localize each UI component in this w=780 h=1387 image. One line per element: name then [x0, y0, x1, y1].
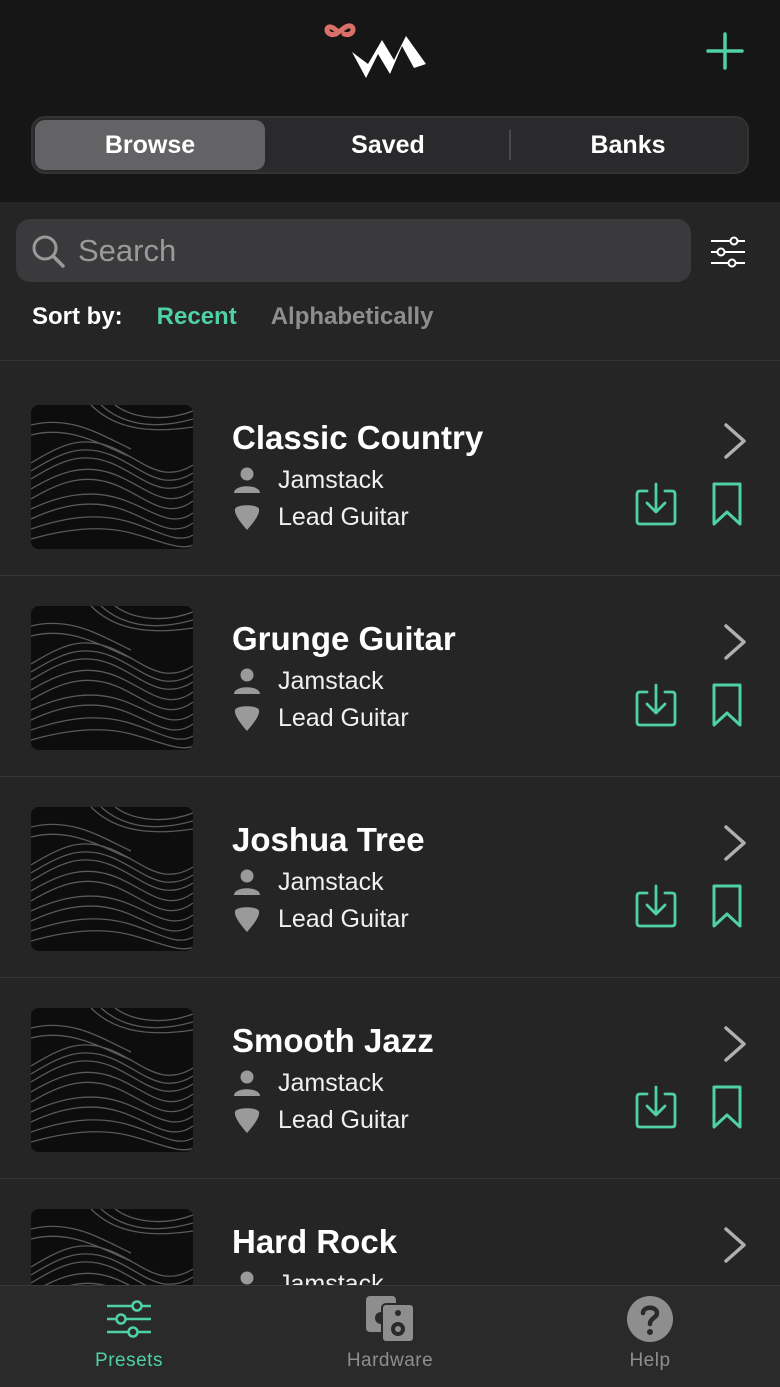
preset-type: Lead Guitar	[232, 701, 409, 735]
divider	[0, 360, 780, 361]
preset-author-name: Jamstack	[278, 666, 384, 695]
guitar-pick-icon	[234, 706, 260, 731]
tab-presets-label: Presets	[95, 1350, 163, 1371]
segment-divider	[509, 130, 511, 160]
chevron-right-icon[interactable]	[718, 1022, 752, 1066]
preset-title: Grunge Guitar	[232, 620, 456, 657]
preset-artwork	[31, 1209, 193, 1285]
search-bar[interactable]	[16, 219, 691, 282]
bookmark-button[interactable]	[708, 682, 746, 728]
preset-artwork	[31, 807, 193, 951]
app-logo	[324, 23, 426, 78]
sort-bar: Sort by: Recent Alphabetically	[32, 300, 433, 334]
preset-title: Hard Rock	[232, 1223, 398, 1260]
speaker-icon	[366, 1296, 415, 1343]
preset-type: Lead Guitar	[232, 1103, 409, 1137]
chevron-right-icon[interactable]	[718, 821, 752, 865]
sort-recent[interactable]: Recent	[157, 303, 237, 331]
bookmark-button[interactable]	[708, 481, 746, 527]
bottom-tab-bar: Presets Hardware Help	[0, 1285, 780, 1387]
preset-author: Jamstack	[232, 1267, 384, 1285]
preset-author-name: Jamstack	[278, 465, 384, 494]
preset-row[interactable]: Smooth Jazz Jamstack Lead Guitar	[0, 978, 780, 1179]
download-button[interactable]	[634, 682, 678, 728]
sliders-icon	[107, 1300, 151, 1338]
download-button[interactable]	[634, 883, 678, 929]
user-icon	[234, 467, 260, 493]
user-icon	[234, 1070, 260, 1096]
preset-browser: Sort by: Recent Alphabetically	[0, 202, 780, 1285]
tab-hardware[interactable]: Hardware	[310, 1294, 470, 1384]
guitar-pick-icon	[234, 907, 260, 932]
preset-author: Jamstack	[232, 463, 384, 497]
preset-artwork	[31, 405, 193, 549]
chevron-right-icon[interactable]	[718, 1223, 752, 1267]
tab-help-label: Help	[629, 1350, 671, 1371]
search-icon	[32, 235, 65, 268]
preset-type-label: Lead Guitar	[278, 502, 409, 531]
user-icon	[240, 1271, 254, 1285]
search-input[interactable]	[78, 232, 658, 269]
guitar-pick-icon	[234, 1108, 260, 1133]
app-header: Browse Saved Banks	[0, 0, 780, 202]
bookmark-button[interactable]	[708, 1084, 746, 1130]
preset-author: Jamstack	[232, 664, 384, 698]
sort-label: Sort by:	[32, 303, 123, 330]
preset-title: Joshua Tree	[232, 821, 425, 858]
bookmark-button[interactable]	[708, 883, 746, 929]
tab-browse[interactable]: Browse	[35, 120, 265, 170]
preset-row[interactable]: Classic Country Jamstack Lead Guitar	[0, 375, 780, 576]
sort-alphabetically[interactable]: Alphabetically	[271, 303, 434, 331]
preset-author-name: Jamstack	[278, 1068, 384, 1097]
filter-settings-button[interactable]	[708, 232, 748, 272]
preset-row[interactable]: Hard Rock Jamstack Lead Guitar	[0, 1179, 780, 1285]
add-preset-button[interactable]	[700, 26, 750, 76]
preset-author: Jamstack	[232, 1066, 384, 1100]
tab-saved[interactable]: Saved	[273, 120, 503, 170]
chevron-right-icon[interactable]	[718, 419, 752, 463]
download-button[interactable]	[634, 1084, 678, 1130]
preset-type-label: Lead Guitar	[278, 1105, 409, 1134]
preset-artwork	[31, 606, 193, 750]
user-icon	[234, 869, 260, 895]
tab-banks[interactable]: Banks	[513, 120, 743, 170]
preset-author-name: Jamstack	[278, 867, 384, 896]
guitar-pick-icon	[234, 505, 260, 530]
chevron-right-icon[interactable]	[718, 620, 752, 664]
view-switcher: Browse Saved Banks	[31, 116, 749, 174]
preset-artwork	[31, 1008, 193, 1152]
preset-type: Lead Guitar	[232, 500, 409, 534]
download-button[interactable]	[634, 481, 678, 527]
preset-author: Jamstack	[232, 865, 384, 899]
preset-list: Classic Country Jamstack Lead Guitar Gru…	[0, 375, 780, 1285]
help-icon	[627, 1296, 673, 1342]
tab-help[interactable]: Help	[570, 1294, 730, 1384]
preset-type-label: Lead Guitar	[278, 703, 409, 732]
preset-author-name: Jamstack	[278, 1269, 384, 1286]
preset-row[interactable]: Grunge Guitar Jamstack Lead Guitar	[0, 576, 780, 777]
tab-hardware-label: Hardware	[346, 1350, 434, 1371]
preset-row[interactable]: Joshua Tree Jamstack Lead Guitar	[0, 777, 780, 978]
preset-type: Lead Guitar	[232, 902, 409, 936]
preset-title: Classic Country	[232, 419, 484, 456]
tab-presets[interactable]: Presets	[49, 1294, 209, 1384]
preset-title: Smooth Jazz	[232, 1022, 434, 1059]
user-icon	[234, 668, 260, 694]
preset-type-label: Lead Guitar	[278, 904, 409, 933]
